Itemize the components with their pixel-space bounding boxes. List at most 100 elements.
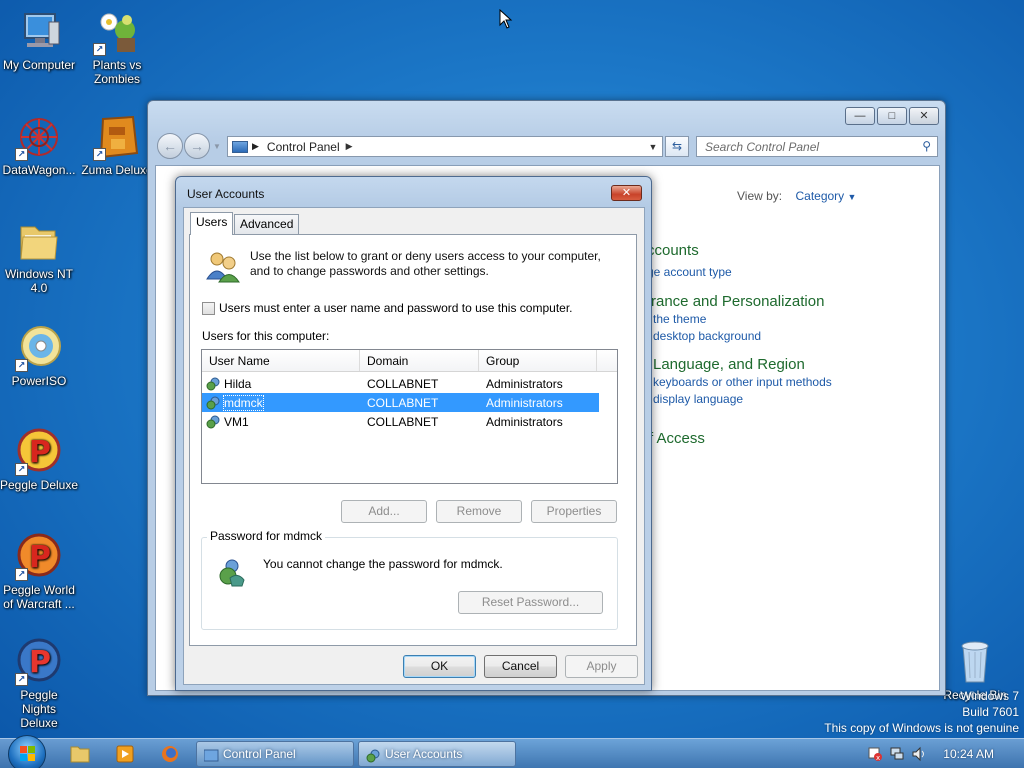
require-password-checkbox[interactable] <box>202 301 215 315</box>
table-row[interactable]: VM1 COLLABNET Administrators <box>202 412 599 431</box>
user-name: Hilda <box>224 376 252 391</box>
address-separator-icon[interactable]: ▶ <box>252 141 259 152</box>
intro-text: Use the list below to grant or deny user… <box>250 249 601 278</box>
user-icon <box>206 377 221 391</box>
breadcrumb-control-panel[interactable]: Control Panel <box>267 140 340 154</box>
taskbar-firefox[interactable] <box>150 742 190 766</box>
remove-user-button[interactable]: Remove <box>436 500 522 523</box>
column-header-domain[interactable]: Domain <box>360 350 479 371</box>
user-domain: COLLABNET <box>367 414 439 429</box>
shortcut-arrow-icon: ↗ <box>15 359 28 372</box>
folder-icon <box>15 217 63 265</box>
desktop-icon-poweriso[interactable]: ↗ PowerISO <box>0 324 81 388</box>
desktop-icon-label: Peggle Nights Deluxe <box>20 688 58 730</box>
dialog-close-button[interactable]: ✕ <box>611 185 642 201</box>
tab-advanced[interactable]: Advanced <box>234 214 300 234</box>
add-user-button[interactable]: Add... <box>341 500 427 523</box>
desktop-icon-label: PowerISO <box>11 374 67 388</box>
action-center-icon[interactable]: x <box>867 746 883 762</box>
disc-icon: ↗ <box>15 324 63 372</box>
shortcut-arrow-icon: ↗ <box>93 43 106 56</box>
address-bar[interactable]: ▶ Control Panel ▶ ▼ <box>227 136 663 157</box>
taskbar-media-player[interactable] <box>105 742 145 766</box>
computer-icon <box>15 8 63 56</box>
search-icon[interactable]: ⚲ <box>922 139 931 153</box>
mouse-cursor-icon <box>499 9 513 29</box>
volume-icon[interactable] <box>911 746 927 762</box>
desktop-icon-label: Peggle Deluxe <box>0 478 79 492</box>
desktop-icon-my-computer[interactable]: My Computer <box>0 8 81 72</box>
user-domain: COLLABNET <box>367 395 439 410</box>
desktop-icon-windows-nt[interactable]: Windows NT 4.0 <box>0 217 81 295</box>
address-dropdown-icon[interactable]: ▼ <box>644 142 662 152</box>
link-display-language[interactable]: display language <box>653 392 743 406</box>
search-input[interactable]: Search Control Panel ⚲ <box>696 136 938 157</box>
cancel-button[interactable]: Cancel <box>484 655 557 678</box>
column-header-user-name[interactable]: User Name <box>202 350 360 371</box>
require-password-label[interactable]: Users must enter a user name and passwor… <box>219 301 573 315</box>
category-user-accounts[interactable]: ccounts <box>647 242 699 259</box>
desktop-icon-plants-vs-zombies[interactable]: ↗ Plants vs Zombies <box>75 8 159 86</box>
link-desktop-background[interactable]: desktop background <box>653 329 761 343</box>
apply-button[interactable]: Apply <box>565 655 638 678</box>
users-list-header: User Name Domain Group <box>202 350 617 372</box>
desktop-icon-label: Windows NT 4.0 <box>4 267 73 295</box>
start-button[interactable] <box>8 735 46 768</box>
desktop-icon-peggle-deluxe[interactable]: P ↗ Peggle Deluxe <box>0 428 81 492</box>
peggle-icon: P ↗ <box>15 533 63 581</box>
shortcut-arrow-icon: ↗ <box>93 148 106 161</box>
properties-button[interactable]: Properties <box>531 500 617 523</box>
desktop-icon-peggle-wow[interactable]: P ↗ Peggle World of Warcraft ... <box>0 533 81 611</box>
link-change-theme[interactable]: the theme <box>653 312 706 326</box>
link-change-account-type[interactable]: ge account type <box>647 265 732 279</box>
view-by: View by: Category ▼ <box>737 189 856 203</box>
watermark-line-2: Build 7601 <box>962 705 1019 719</box>
taskbar-task-user-accounts[interactable]: User Accounts <box>358 741 516 767</box>
users-tab-panel: Use the list below to grant or deny user… <box>189 234 637 646</box>
view-by-label: View by: <box>737 189 783 203</box>
refresh-button[interactable]: ⇆ <box>665 136 689 157</box>
media-player-icon <box>116 745 134 763</box>
ok-button[interactable]: OK <box>403 655 476 678</box>
tab-users[interactable]: Users <box>190 212 234 235</box>
forward-button[interactable]: → <box>184 133 210 159</box>
breadcrumb-chevron-icon[interactable]: ▶ <box>346 141 353 152</box>
column-header-group[interactable]: Group <box>479 350 597 371</box>
category-ease-of-access[interactable]: f Access <box>649 430 705 447</box>
category-appearance[interactable]: rance and Personalization <box>651 293 824 310</box>
require-password-checkbox-row[interactable]: Users must enter a user name and passwor… <box>202 301 573 315</box>
shortcut-arrow-icon: ↗ <box>15 568 28 581</box>
desktop-icon-label: Peggle World of Warcraft ... <box>3 583 75 611</box>
users-list[interactable]: User Name Domain Group Hilda COLLABNET A… <box>201 349 618 484</box>
zuma-deluxe-icon: ↗ <box>93 113 141 161</box>
desktop-icon-peggle-nights[interactable]: P ↗ Peggle Nights Deluxe <box>0 638 81 730</box>
user-group: Administrators <box>486 376 563 391</box>
taskbar-task-control-panel[interactable]: Control Panel <box>196 741 354 767</box>
folder-icon <box>70 746 90 763</box>
peggle-icon: P ↗ <box>15 638 63 686</box>
link-keyboards[interactable]: keyboards or other input methods <box>653 375 832 389</box>
recent-pages-dropdown-icon[interactable]: ▼ <box>213 133 221 161</box>
minimize-button[interactable]: — <box>845 107 875 125</box>
maximize-button[interactable]: □ <box>877 107 907 125</box>
windows-watermark: Windows 7 Build 7601 This copy of Window… <box>824 688 1019 736</box>
firefox-icon <box>162 746 178 762</box>
view-by-dropdown[interactable]: Category ▼ <box>795 189 856 203</box>
navigation-buttons: ← → ▼ <box>157 133 221 161</box>
windows-logo-icon <box>20 746 35 761</box>
table-row-selected[interactable]: mdmck COLLABNET Administrators <box>202 393 599 412</box>
table-row[interactable]: Hilda COLLABNET Administrators <box>202 374 599 393</box>
task-label: User Accounts <box>385 747 463 761</box>
reset-password-button[interactable]: Reset Password... <box>458 591 603 614</box>
plants-vs-zombies-icon: ↗ <box>93 8 141 56</box>
back-button[interactable]: ← <box>157 133 183 159</box>
category-clock-language-region[interactable]: Language, and Region <box>653 356 805 373</box>
close-button[interactable]: ✕ <box>909 107 939 125</box>
user-group: Administrators <box>486 414 563 429</box>
desktop-icon-label: Plants vs Zombies <box>92 58 142 86</box>
clock[interactable]: 10:24 AM <box>943 747 994 761</box>
desktop-icon-datawagon[interactable]: ↗ DataWagon... <box>0 113 81 177</box>
network-icon[interactable] <box>889 746 905 762</box>
taskbar-explorer[interactable] <box>60 742 100 766</box>
watermark-line-3: This copy of Windows is not genuine <box>824 721 1019 735</box>
